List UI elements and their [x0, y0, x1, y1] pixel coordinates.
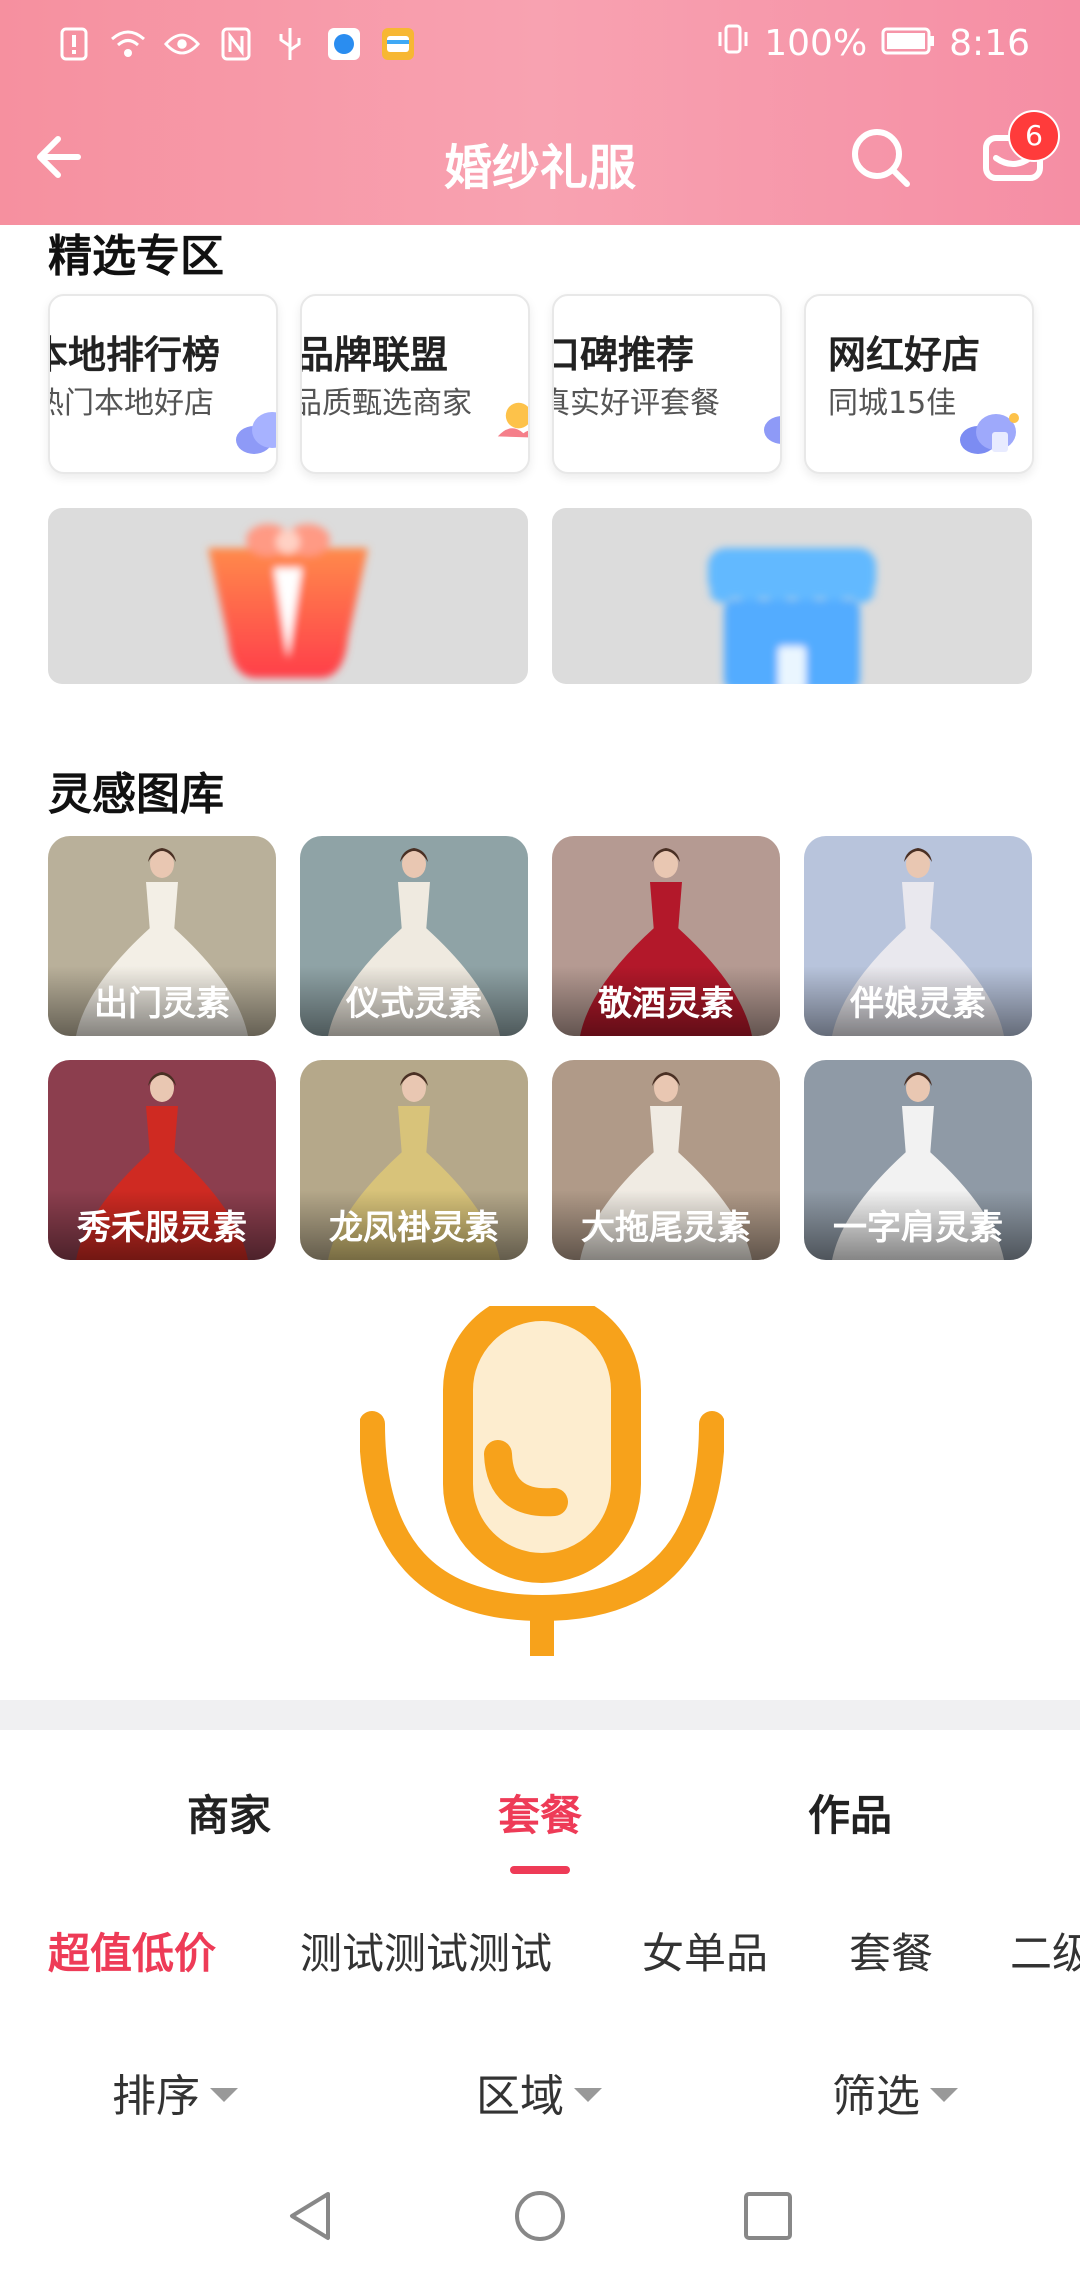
- message-count-badge: 6: [1008, 110, 1060, 162]
- inspiration-item[interactable]: 秀禾服灵素: [48, 1060, 276, 1260]
- inspiration-item-label: 敬酒灵素: [552, 966, 780, 1036]
- status-icons: [56, 26, 416, 62]
- eye-icon: [164, 26, 200, 62]
- home-circle-icon[interactable]: [512, 2188, 568, 2244]
- area-filter-label: 区域: [476, 2071, 564, 2122]
- inspiration-item[interactable]: 仪式灵素: [300, 836, 528, 1036]
- tab-packages[interactable]: 套餐: [498, 1782, 582, 1843]
- promo-banner-dress[interactable]: [48, 508, 528, 684]
- subcat-overflow-clip: 二级: [1010, 1920, 1080, 1980]
- sun-cloud-icon: [497, 402, 528, 438]
- navbar: 婚纱礼服: [0, 92, 1080, 225]
- featured-card-popular[interactable]: 网红好店 同城15佳: [804, 294, 1034, 474]
- system-navigation-bar: [0, 2170, 1080, 2280]
- featured-card-subtitle: 品质甄选商家: [300, 386, 472, 421]
- inspiration-item-label: 龙凤褂灵素: [300, 1190, 528, 1260]
- area-filter[interactable]: 区域: [476, 2060, 602, 2124]
- header: 100% 8:16 婚纱礼服 6: [0, 0, 1080, 225]
- featured-card-brand[interactable]: 品牌联盟 品质甄选商家: [300, 294, 530, 474]
- cloud-icon: [236, 412, 276, 454]
- featured-card-title: 网红好店: [828, 333, 981, 377]
- subcat-item[interactable]: 测试测试测试: [300, 1920, 552, 1981]
- inspiration-item-label: 一字肩灵素: [804, 1190, 1032, 1260]
- voice-mic-icon[interactable]: [359, 1291, 725, 1656]
- back-triangle-icon[interactable]: [284, 2188, 336, 2244]
- featured-section-title: 精选专区: [48, 231, 224, 282]
- status-bar: 100% 8:16: [0, 0, 1080, 92]
- inspiration-item-label: 出门灵素: [48, 966, 276, 1036]
- store-promo-icon: [708, 548, 876, 684]
- featured-card-reputation[interactable]: 口碑推荐 真实好评套餐: [552, 294, 782, 474]
- vibrate-icon: [716, 22, 750, 65]
- usb-icon: [272, 26, 308, 62]
- inspiration-item[interactable]: 大拖尾灵素: [552, 1060, 780, 1260]
- caret-down-icon: [574, 2088, 602, 2102]
- featured-card-title: 本地排行榜: [48, 333, 221, 377]
- tab-works[interactable]: 作品: [808, 1782, 892, 1843]
- search-button[interactable]: [845, 122, 915, 192]
- subcat-item[interactable]: 二级: [1010, 1920, 1080, 1980]
- clock: 8:16: [949, 23, 1030, 64]
- screen-filter[interactable]: 筛选: [832, 2060, 958, 2124]
- screen-filter-label: 筛选: [832, 2071, 920, 2122]
- subcat-item[interactable]: 超值低价: [48, 1920, 216, 1981]
- cloud-icon: [764, 416, 780, 444]
- featured-cards: 本地排行榜 热门本地好店 品牌联盟 品质甄选商家 口碑推荐 真实好评套餐 网红好…: [48, 294, 1034, 474]
- featured-card-subtitle: 同城15佳: [828, 386, 957, 421]
- inspiration-item[interactable]: 敬酒灵素: [552, 836, 780, 1036]
- wallet-icon: [380, 26, 416, 62]
- inspiration-item[interactable]: 伴娘灵素: [804, 836, 1032, 1036]
- cloud-icon: [960, 413, 1019, 454]
- section-divider: [0, 1700, 1080, 1730]
- dress-promo-icon: [208, 524, 368, 678]
- battery-icon: [881, 23, 935, 64]
- caret-down-icon: [930, 2088, 958, 2102]
- featured-card-title: 口碑推荐: [552, 333, 695, 377]
- inspiration-item-label: 仪式灵素: [300, 966, 528, 1036]
- sort-filter[interactable]: 排序: [112, 2060, 238, 2124]
- app-notification-icon: [326, 26, 362, 62]
- featured-card-title: 品牌联盟: [300, 333, 449, 377]
- recents-square-icon[interactable]: [742, 2190, 794, 2242]
- featured-card-ranking[interactable]: 本地排行榜 热门本地好店: [48, 294, 278, 474]
- microphone-icon: [359, 1291, 725, 1656]
- featured-card-subtitle: 真实好评套餐: [552, 386, 720, 421]
- search-icon: [852, 129, 910, 187]
- wifi-icon: [110, 26, 146, 62]
- nfc-icon: [218, 26, 254, 62]
- subcat-item[interactable]: 套餐: [849, 1920, 933, 1981]
- inspiration-item[interactable]: 龙凤褂灵素: [300, 1060, 528, 1260]
- status-right: 100% 8:16: [716, 22, 1030, 65]
- inspiration-section-title: 灵感图库: [48, 769, 224, 820]
- inspiration-item-label: 伴娘灵素: [804, 966, 1032, 1036]
- sort-filter-label: 排序: [112, 2071, 200, 2122]
- inspiration-item[interactable]: 一字肩灵素: [804, 1060, 1032, 1260]
- alert-icon: [56, 26, 92, 62]
- inspiration-item[interactable]: 出门灵素: [48, 836, 276, 1036]
- page-title: 婚纱礼服: [443, 140, 636, 196]
- promo-banner-store[interactable]: [552, 508, 1032, 684]
- featured-card-subtitle: 热门本地好店: [48, 386, 214, 421]
- battery-percent: 100%: [764, 23, 868, 64]
- caret-down-icon: [210, 2088, 238, 2102]
- subcat-item[interactable]: 女单品: [642, 1920, 768, 1981]
- tab-merchants[interactable]: 商家: [187, 1782, 271, 1843]
- inspiration-item-label: 秀禾服灵素: [48, 1190, 276, 1260]
- inspiration-item-label: 大拖尾灵素: [552, 1190, 780, 1260]
- active-tab-indicator: [510, 1866, 570, 1874]
